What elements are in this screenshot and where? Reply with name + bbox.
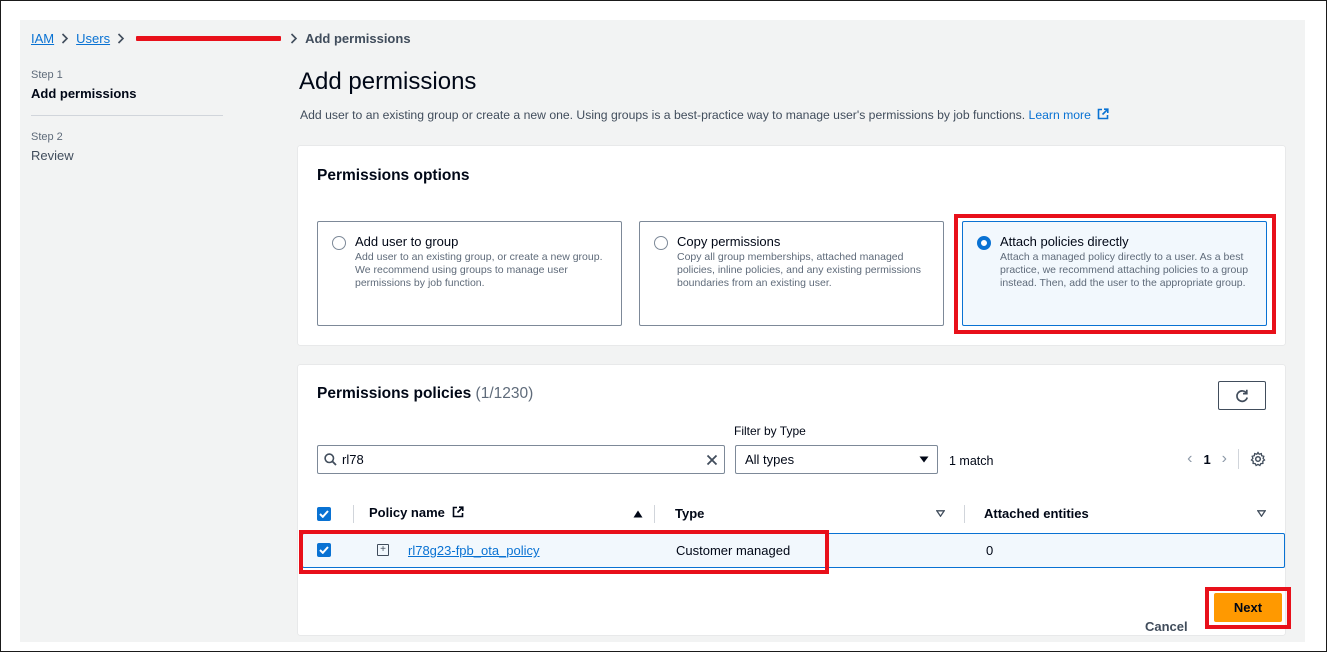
policies-count: (1/1230): [475, 385, 534, 402]
step-divider: [31, 115, 223, 116]
option-description: Attach a managed policy directly to a us…: [1000, 251, 1249, 289]
step-2-title[interactable]: Review: [31, 148, 223, 163]
column-header-attached-entities[interactable]: Attached entities: [984, 506, 1089, 521]
permissions-policies-container: Permissions policies (1/1230) Filter by …: [298, 365, 1285, 635]
breadcrumb-iam-link[interactable]: IAM: [31, 31, 54, 46]
permissions-options-container: Permissions options Add user to group Ad…: [298, 146, 1285, 345]
radio-attach-policies-directly[interactable]: [977, 236, 991, 250]
settings-gear-icon[interactable]: [1250, 451, 1266, 467]
permissions-options-title: Permissions options: [317, 167, 470, 184]
refresh-button[interactable]: [1218, 381, 1266, 410]
clear-icon[interactable]: [706, 454, 718, 466]
step-1-number: Step 1: [31, 69, 63, 81]
policy-search-input[interactable]: rl78: [317, 445, 725, 474]
permissions-policies-title: Permissions policies (1/1230): [317, 385, 533, 403]
breadcrumb-users-link[interactable]: Users: [76, 31, 110, 46]
row-checkbox[interactable]: [317, 543, 331, 557]
column-label: Policy name: [369, 505, 445, 520]
search-icon: [324, 453, 337, 466]
table-header: Policy name Type Attached entities: [298, 498, 1285, 530]
next-page-icon[interactable]: ›: [1222, 450, 1227, 468]
chevron-right-icon: [290, 32, 298, 44]
column-divider: [964, 505, 965, 523]
pagination: ‹ 1 ›: [1187, 449, 1266, 469]
step-1-title: Add permissions: [31, 86, 137, 101]
learn-more-link[interactable]: Learn more: [1029, 108, 1110, 122]
option-copy-permissions[interactable]: Copy permissions Copy all group membersh…: [639, 221, 944, 326]
option-description: Copy all group memberships, attached man…: [677, 251, 921, 289]
previous-page-icon[interactable]: ‹: [1187, 450, 1192, 468]
option-title: Add user to group: [355, 234, 459, 249]
select-all-checkbox[interactable]: [317, 507, 331, 521]
expand-row-icon[interactable]: +: [377, 544, 389, 556]
table-row[interactable]: + rl78g23-fpb_ota_policy Customer manage…: [302, 533, 1285, 568]
type-filter-value: All types: [745, 452, 795, 467]
learn-more-label: Learn more: [1028, 108, 1091, 122]
attached-entities-count: 0: [986, 543, 994, 558]
sort-icon[interactable]: [1257, 510, 1266, 517]
step-2-number: Step 2: [31, 131, 63, 143]
option-add-user-to-group[interactable]: Add user to group Add user to an existin…: [317, 221, 622, 326]
check-icon: [319, 546, 329, 554]
external-link-icon: [1097, 108, 1109, 120]
policy-type: Customer managed: [676, 543, 791, 558]
radio-copy-permissions[interactable]: [654, 236, 668, 250]
sort-icon[interactable]: [936, 510, 945, 517]
redacted-username[interactable]: [136, 35, 282, 41]
column-header-type[interactable]: Type: [675, 506, 704, 521]
next-button-label: Next: [1233, 600, 1263, 615]
page-title: Add permissions: [299, 68, 477, 95]
next-button[interactable]: Next: [1214, 593, 1282, 622]
match-count: 1 match: [949, 454, 994, 468]
refresh-icon: [1236, 389, 1249, 402]
policy-name-link[interactable]: rl78g23-fpb_ota_policy: [408, 543, 540, 558]
search-value: rl78: [342, 452, 364, 467]
page-description: Add user to an existing group or create …: [300, 108, 1109, 122]
check-icon: [319, 510, 329, 518]
page-number[interactable]: 1: [1203, 452, 1210, 467]
breadcrumb-current: Add permissions: [305, 30, 411, 46]
column-divider: [654, 505, 655, 523]
console-canvas: IAM Users Add permissions Step 1 Add per…: [20, 20, 1305, 642]
filter-by-type-label: Filter by Type: [734, 424, 806, 438]
chevron-right-icon: [61, 32, 69, 44]
option-attach-policies-directly[interactable]: Attach policies directly Attach a manage…: [962, 221, 1267, 326]
option-description: Add user to an existing group, or create…: [355, 251, 603, 289]
external-link-icon: [452, 506, 464, 518]
chevron-right-icon: [117, 32, 125, 44]
column-divider: [353, 505, 354, 523]
cancel-button[interactable]: Cancel: [1145, 619, 1188, 634]
option-title: Copy permissions: [677, 234, 781, 249]
radio-add-user-to-group[interactable]: [332, 236, 346, 250]
type-filter-select[interactable]: All types: [735, 445, 938, 474]
pager-divider: [1238, 449, 1239, 469]
sort-ascending-icon[interactable]: [633, 510, 643, 518]
page-description-text: Add user to an existing group or create …: [300, 108, 1026, 122]
option-title: Attach policies directly: [1000, 234, 1129, 249]
breadcrumb: IAM Users Add permissions: [31, 29, 411, 47]
caret-down-icon: [919, 456, 929, 463]
column-header-policy-name[interactable]: Policy name: [369, 505, 464, 520]
policies-title-text: Permissions policies: [317, 385, 472, 402]
wizard-steps: Step 1 Add permissions Step 2 Review: [31, 69, 223, 163]
